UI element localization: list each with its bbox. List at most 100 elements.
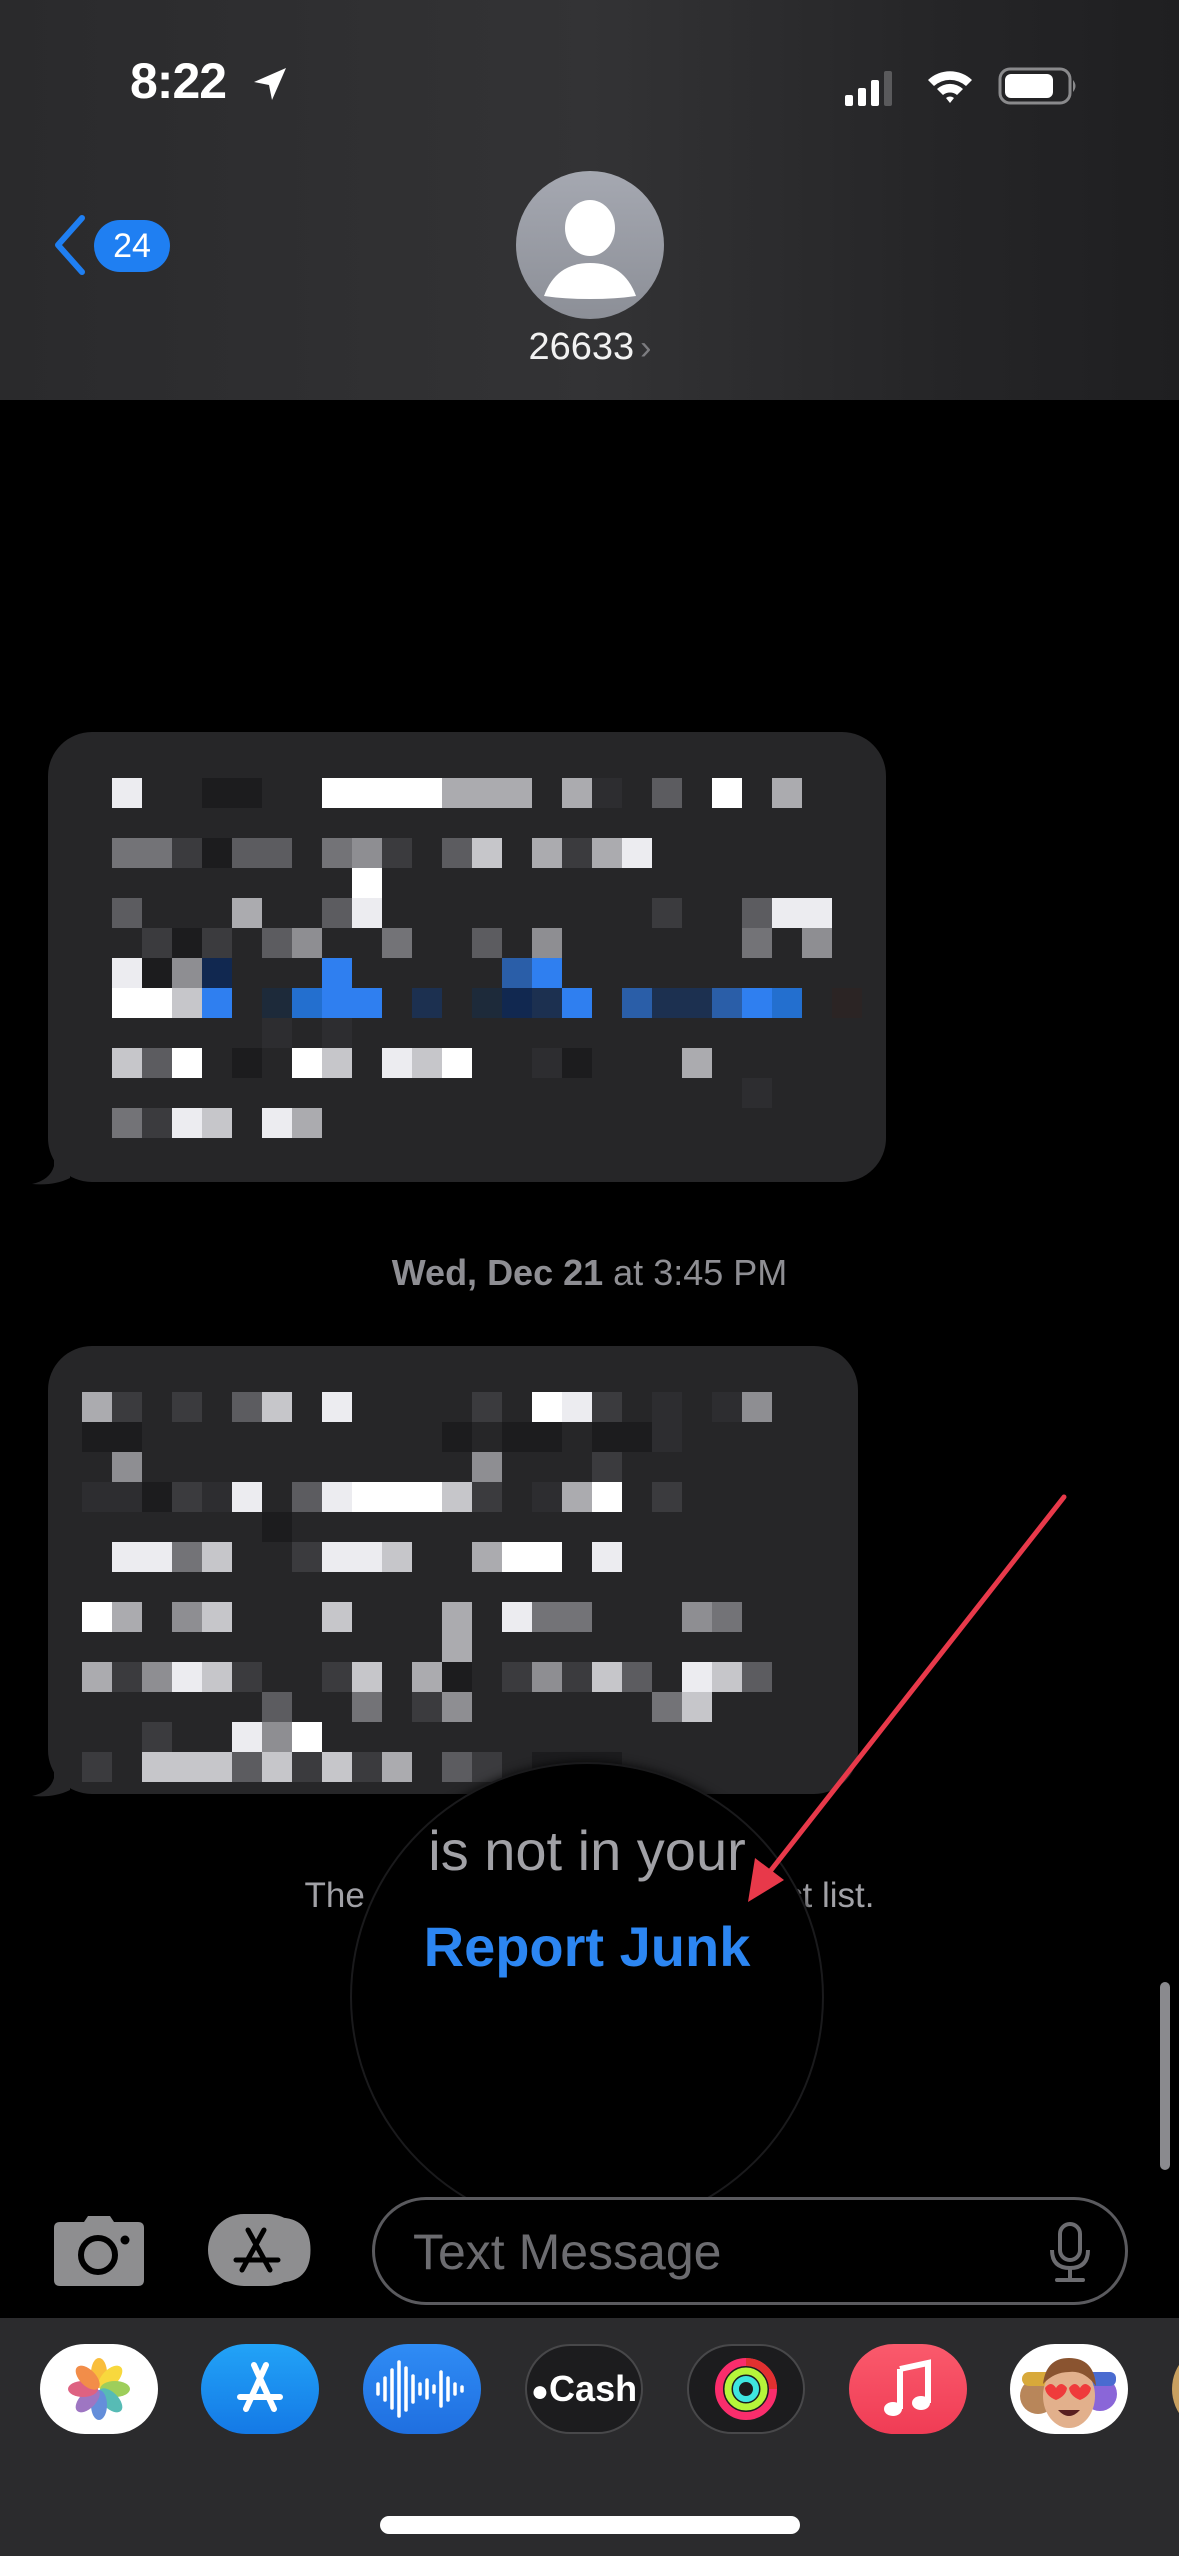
bubble-tail — [32, 1146, 70, 1185]
redaction-pixel — [322, 1602, 352, 1632]
redaction-pixel — [382, 1542, 412, 1572]
redaction-pixel — [382, 1752, 412, 1782]
redaction-pixel — [502, 988, 532, 1018]
activity-rings-icon — [715, 2358, 777, 2420]
redaction-pixel — [172, 1108, 202, 1138]
redaction-pixel — [652, 1422, 682, 1452]
redaction-pixel — [532, 1392, 562, 1422]
redaction-pixel — [232, 1048, 262, 1078]
redaction-pixel — [202, 1752, 232, 1782]
contact-name: 26633 — [528, 326, 635, 368]
redaction-pixel — [352, 1752, 382, 1782]
redaction-pixel — [682, 1662, 712, 1692]
message-text-input[interactable] — [411, 2218, 995, 2286]
redaction-pixel — [742, 898, 772, 928]
redaction-pixel — [112, 1392, 142, 1422]
redaction-pixel — [322, 1018, 352, 1048]
redaction-pixel — [262, 1752, 292, 1782]
redaction-pixel — [202, 838, 232, 868]
camera-button[interactable] — [54, 2214, 144, 2286]
redaction-pixel — [652, 778, 682, 808]
redaction-pixel — [712, 1602, 742, 1632]
redaction-pixel — [412, 1482, 442, 1512]
redaction-pixel — [472, 928, 502, 958]
app-more-partial[interactable] — [1172, 2344, 1179, 2434]
redaction-pixel — [172, 1542, 202, 1572]
home-indicator[interactable] — [380, 2516, 800, 2534]
apps-button[interactable] — [208, 2214, 320, 2286]
redaction-pixel — [172, 1662, 202, 1692]
redaction-pixel — [622, 1422, 652, 1452]
redaction-pixel — [172, 1392, 202, 1422]
message-bubble-incoming[interactable] — [48, 732, 886, 1182]
app-photos[interactable] — [40, 2344, 158, 2434]
app-audio-message[interactable] — [363, 2344, 481, 2434]
report-junk-link[interactable]: Report Junk — [352, 1914, 822, 1979]
redaction-pixel — [502, 1542, 532, 1572]
app-apple-cash[interactable]: ●Cash — [525, 2344, 643, 2434]
redaction-pixel — [112, 838, 142, 868]
redaction-pixel — [232, 1662, 262, 1692]
redaction-pixel — [262, 988, 292, 1018]
app-memoji-stickers[interactable] — [1010, 2344, 1128, 2434]
redaction-pixel — [262, 1512, 292, 1542]
microphone-icon[interactable] — [1045, 2222, 1095, 2284]
redaction-pixel — [442, 778, 472, 808]
redaction-pixel — [772, 778, 802, 808]
contact-avatar[interactable] — [516, 171, 664, 319]
back-button[interactable]: 24 — [44, 210, 174, 280]
redaction-pixel — [112, 1602, 142, 1632]
redaction-pixel — [502, 1422, 532, 1452]
redaction-pixel — [622, 1662, 652, 1692]
redaction-pixel — [232, 1722, 262, 1752]
chevron-right-icon: › — [640, 329, 652, 367]
redaction-pixel — [562, 838, 592, 868]
redaction-pixel — [412, 778, 442, 808]
redaction-pixel — [382, 928, 412, 958]
contact-name-button[interactable]: 26633 › — [440, 326, 740, 369]
redaction-pixel — [652, 1482, 682, 1512]
redaction-pixel — [472, 988, 502, 1018]
app-activity[interactable] — [687, 2344, 805, 2434]
redaction-pixel — [292, 1048, 322, 1078]
battery-icon — [998, 67, 1076, 105]
redaction-pixel — [232, 1752, 262, 1782]
cellular-signal-icon — [845, 71, 892, 106]
app-music[interactable] — [849, 2344, 967, 2434]
redaction-pixel — [262, 1108, 292, 1138]
photos-icon — [68, 2358, 130, 2420]
redaction-pixel — [82, 1392, 112, 1422]
redaction-pixel — [472, 1452, 502, 1482]
message-input-field[interactable] — [372, 2197, 1128, 2305]
redaction-pixel — [232, 898, 262, 928]
redaction-pixel — [352, 1662, 382, 1692]
redaction-pixel — [742, 1662, 772, 1692]
redaction-pixel — [322, 1662, 352, 1692]
bubble-tail — [32, 1758, 70, 1797]
scrollbar[interactable] — [1160, 1982, 1170, 2170]
redaction-pixel — [352, 898, 382, 928]
camera-icon — [54, 2216, 144, 2286]
redaction-pixel — [112, 1542, 142, 1572]
redaction-pixel — [712, 778, 742, 808]
redaction-pixel — [112, 958, 142, 988]
redaction-pixel — [202, 988, 232, 1018]
app-app-store[interactable] — [201, 2344, 319, 2434]
redaction-pixel — [532, 928, 562, 958]
redaction-pixel — [532, 838, 562, 868]
redaction-pixel — [232, 778, 262, 808]
redaction-pixel — [172, 1752, 202, 1782]
redaction-pixel — [532, 1542, 562, 1572]
redaction-pixel — [172, 958, 202, 988]
app-store-icon — [208, 2214, 314, 2286]
redaction-pixel — [502, 958, 532, 988]
redaction-pixel — [802, 928, 832, 958]
message-bubble-incoming[interactable] — [48, 1346, 858, 1794]
redaction-pixel — [682, 1048, 712, 1078]
redaction-pixel — [322, 1048, 352, 1078]
redaction-pixel — [832, 988, 862, 1018]
redaction-pixel — [742, 928, 772, 958]
location-arrow-icon — [254, 68, 286, 100]
redaction-pixel — [262, 928, 292, 958]
redaction-pixel — [532, 1048, 562, 1078]
